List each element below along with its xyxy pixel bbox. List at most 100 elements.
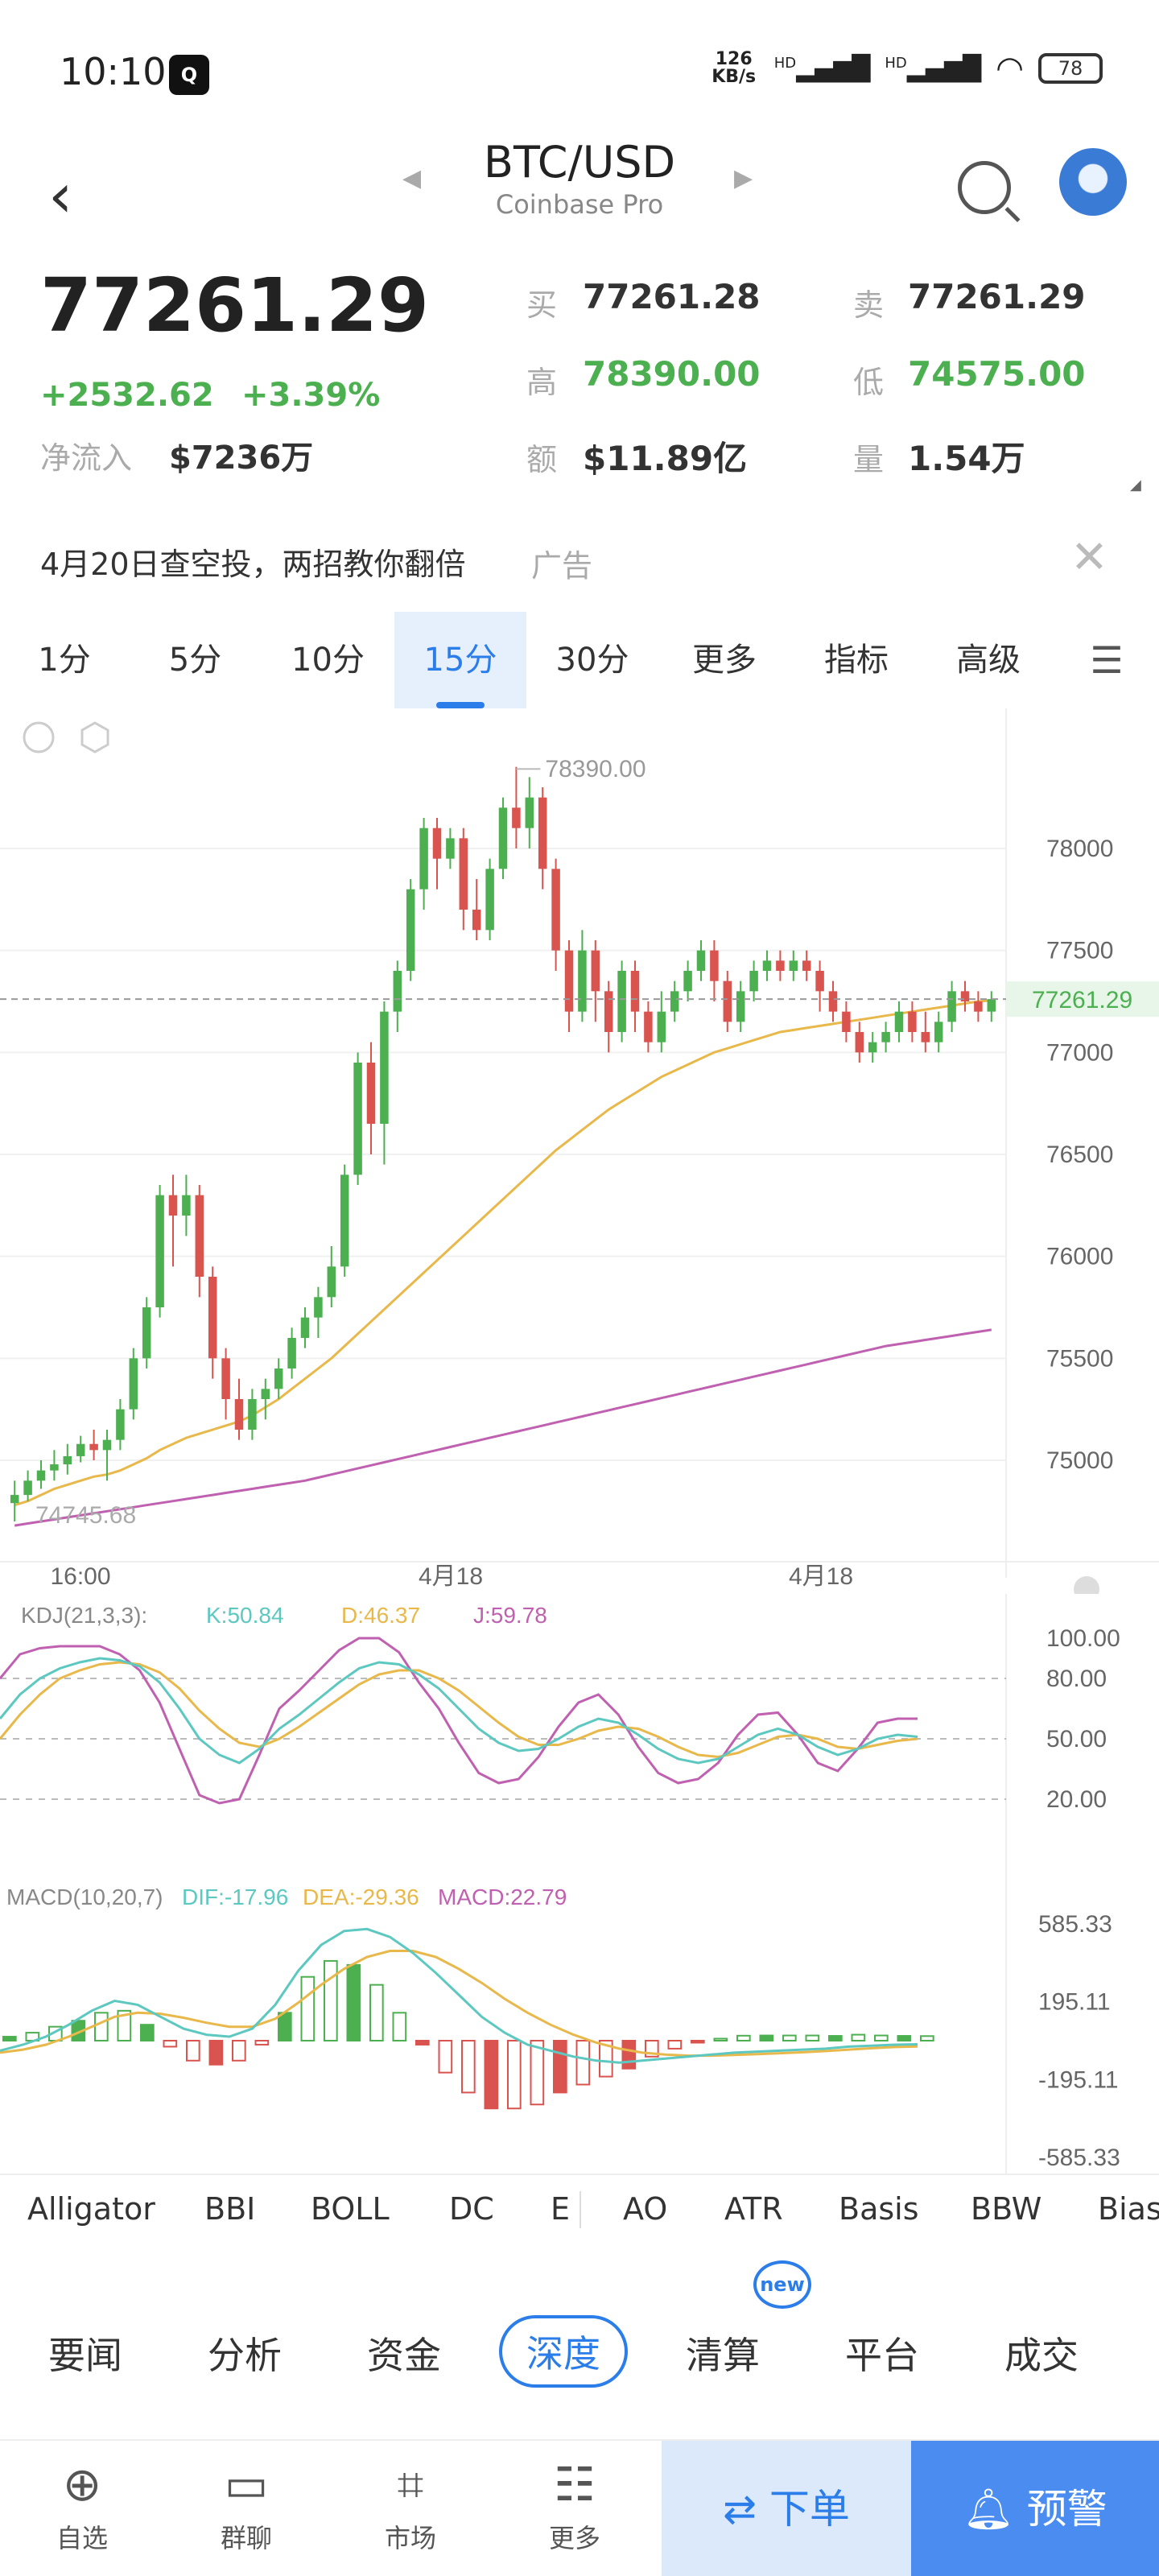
tab-5min[interactable]: 5分	[129, 612, 262, 708]
candle-body	[221, 1358, 230, 1399]
candle-body	[564, 950, 574, 1012]
candle-body	[261, 1389, 270, 1399]
chart-settings-icon[interactable]: ☰	[1062, 612, 1151, 708]
jump-latest-icon	[1074, 1576, 1099, 1594]
candle-body	[274, 1368, 283, 1389]
nav-watchlist[interactable]: ⊕ 自选	[2, 2457, 163, 2555]
candle-body	[802, 960, 811, 971]
ind-basis[interactable]: Basis	[839, 2191, 919, 2227]
ad-text[interactable]: 4月20日查空投，两招教你翻倍	[40, 539, 466, 584]
candle-body	[208, 1277, 217, 1359]
tab-10min[interactable]: 10分	[262, 612, 394, 708]
news-tab-platform[interactable]: 平台	[845, 2326, 919, 2380]
news-tab-trades[interactable]: 成交	[1004, 2326, 1079, 2380]
ind-bias[interactable]: Bias	[1098, 2191, 1159, 2227]
news-tab-funds[interactable]: 资金	[367, 2326, 441, 2380]
sell-value: 77261.29	[908, 277, 1086, 316]
macd-y-tick: 585.33	[1038, 1911, 1112, 1938]
candle-body	[23, 1480, 32, 1496]
candle-body	[36, 1470, 46, 1481]
ind-bbi[interactable]: BBI	[204, 2191, 255, 2227]
tab-indicators[interactable]: 指标	[790, 612, 922, 708]
candle-body	[789, 960, 798, 971]
more-icon: ☷	[554, 2457, 596, 2512]
kdj-y-tick: 50.00	[1046, 1726, 1107, 1752]
price-change-percent: +3.39%	[241, 377, 381, 414]
macd-y-tick: 195.11	[1038, 1989, 1111, 2016]
ind-e[interactable]: E	[551, 2191, 570, 2227]
price-change: +2532.62	[40, 377, 214, 414]
candle-body	[644, 1011, 653, 1042]
nav-more[interactable]: ☷ 更多	[494, 2457, 655, 2555]
chat-icon: ▭	[224, 2457, 269, 2512]
candle-body	[551, 869, 560, 951]
kdj-j-value: J:59.78	[473, 1603, 547, 1628]
candle-body	[472, 910, 481, 931]
news-tab-headlines[interactable]: 要闻	[48, 2326, 122, 2380]
news-tab-liquidation[interactable]: 清算	[686, 2326, 760, 2380]
status-bar: 10:10 Q 126 KB/s HD▂▄▆█ HD▂▄▆█ ◠ 78	[0, 0, 1159, 145]
close-icon[interactable]: ✕	[1070, 531, 1108, 584]
volume-value: 1.54万	[908, 439, 1025, 478]
news-tab-depth[interactable]: 深度	[499, 2315, 628, 2388]
kdj-title: KDJ(21,3,3):	[21, 1603, 147, 1628]
candle-body	[894, 1011, 904, 1032]
candle-body	[749, 971, 758, 992]
nav-watchlist-label: 自选	[56, 2523, 108, 2553]
kdj-d-value: D:46.37	[341, 1603, 420, 1628]
macd-bar	[621, 2040, 637, 2070]
wifi-icon: ◠	[996, 50, 1024, 87]
macd-bar	[851, 2033, 866, 2042]
candle-body	[868, 1042, 877, 1053]
x-tick-label: 4月18	[419, 1563, 483, 1590]
news-tab-analysis[interactable]: 分析	[208, 2326, 282, 2380]
candle-body	[908, 1011, 917, 1032]
nav-chat-label: 群聊	[220, 2523, 272, 2553]
ind-alligator[interactable]: Alligator	[27, 2191, 155, 2227]
tab-more[interactable]: 更多	[658, 612, 790, 708]
candle-body	[736, 991, 745, 1022]
nav-chat[interactable]: ▭ 群聊	[166, 2457, 327, 2555]
alert-button[interactable]: 🔔︎ 预警	[911, 2441, 1159, 2576]
high-value: 78390.00	[583, 354, 761, 394]
ind-boll[interactable]: BOLL	[311, 2191, 390, 2227]
macd-bar	[782, 2034, 797, 2041]
candle-body	[723, 980, 732, 1022]
kdj-y-tick: 80.00	[1046, 1666, 1107, 1692]
y-tick-label: 76000	[1046, 1244, 1113, 1270]
macd-y-tick: -585.33	[1038, 2145, 1120, 2171]
ind-ao[interactable]: AO	[623, 2191, 667, 2227]
buy-value: 77261.28	[583, 277, 761, 316]
candle-body	[657, 1011, 666, 1042]
search-icon[interactable]	[958, 161, 1011, 214]
macd-dea-line	[0, 1950, 918, 2058]
ind-dc[interactable]: DC	[449, 2191, 494, 2227]
order-label: 下单	[769, 2486, 850, 2533]
candle-body	[353, 1063, 362, 1175]
divider	[580, 2191, 581, 2228]
nav-market[interactable]: ⌗ 市场	[330, 2457, 491, 2555]
tab-1min[interactable]: 1分	[0, 612, 129, 708]
order-button[interactable]: ⇄ 下单	[662, 2441, 911, 2576]
candle-body	[89, 1443, 98, 1451]
candle-body	[76, 1443, 85, 1456]
sell-label: 卖	[853, 287, 885, 323]
macd-bar	[415, 2040, 430, 2046]
macd-bar	[163, 2040, 178, 2048]
prev-pair-icon[interactable]: ◀	[402, 164, 421, 192]
candlestick-chart[interactable]: 78000 77500 77000 76500 76000 75500 75000 77261…	[0, 708, 1159, 1594]
macd-bar	[369, 1984, 384, 2041]
expand-corner-icon[interactable]: ◢	[1130, 477, 1141, 493]
macd-bar	[736, 2034, 751, 2042]
ind-atr[interactable]: ATR	[724, 2191, 783, 2227]
macd-hist-value: MACD:22.79	[438, 1885, 567, 1909]
tab-advanced[interactable]: 高级	[922, 612, 1054, 708]
macd-bar	[897, 2035, 912, 2042]
macd-dif-value: DIF:-17.96	[182, 1885, 288, 1909]
assistant-bot-icon[interactable]	[1059, 148, 1127, 216]
ind-bbw[interactable]: BBW	[971, 2191, 1041, 2227]
next-pair-icon[interactable]: ▶	[734, 164, 753, 192]
tab-15min[interactable]: 15分	[394, 612, 526, 708]
tab-30min[interactable]: 30分	[526, 612, 658, 708]
candle-body	[762, 960, 772, 971]
